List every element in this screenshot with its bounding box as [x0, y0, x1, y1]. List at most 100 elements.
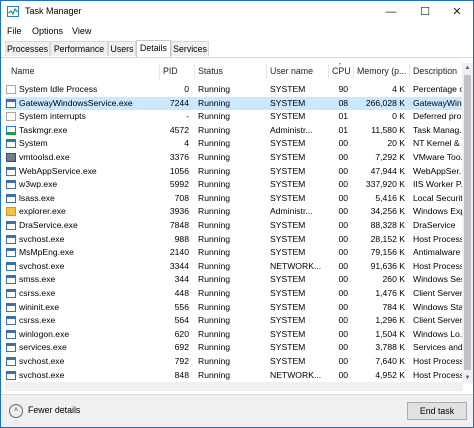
close-button[interactable]: ✕ — [441, 1, 473, 23]
maximize-button[interactable]: ☐ — [409, 1, 441, 23]
table-row[interactable]: explorer.exe 3936 Running Administr... 00 34,… — [5, 205, 467, 219]
table-row[interactable]: winlogon.exe 620 Running SYSTEM 00 1,504 K Win… — [5, 328, 467, 342]
table-row[interactable]: System Idle Process 0 Running SYSTEM 90 4 K Pe… — [5, 83, 467, 97]
cell-description: Task Manag... — [413, 124, 467, 135]
cell-cpu: 00 — [338, 328, 348, 339]
table-row[interactable]: System 4 Running SYSTEM 00 20 K NT Kernel & ..… — [5, 137, 467, 151]
table-row[interactable]: svchost.exe 3344 Running NETWORK... 00 91,636… — [5, 260, 467, 274]
tab-processes[interactable]: Processes — [5, 41, 50, 56]
cell-description: Host Process ... — [413, 369, 467, 380]
column-header-memory[interactable]: Memory (p... — [357, 63, 411, 80]
horizontal-scrollbar[interactable] — [5, 382, 463, 391]
title-bar[interactable]: Task Manager — ☐ ✕ — [1, 1, 473, 23]
cell-pid: - — [186, 111, 189, 122]
end-task-button[interactable]: End task — [407, 402, 467, 420]
minimize-button[interactable]: — — [375, 1, 407, 23]
table-row[interactable]: smss.exe 344 Running SYSTEM 00 260 K Windows S… — [5, 273, 467, 287]
tab-details[interactable]: Details — [136, 40, 171, 57]
cell-status: Running — [198, 192, 231, 203]
table-row[interactable]: DraService.exe 7848 Running SYSTEM 00 88,328 … — [5, 219, 467, 233]
process-table: Name PID Status User name ▼ CPU Memory (… — [5, 63, 467, 380]
column-divider[interactable] — [194, 64, 195, 79]
scroll-down-icon[interactable]: ▼ — [462, 373, 473, 383]
table-row[interactable]: System interrupts - Running SYSTEM 01 0 K Defe… — [5, 110, 467, 124]
column-header-description[interactable]: Description — [413, 63, 467, 80]
cell-pid: 3344 — [169, 260, 189, 271]
cell-status: Running — [198, 206, 231, 217]
table-row[interactable]: Taskmgr.exe 4572 Running Administr... 01 11,5… — [5, 124, 467, 138]
menu-view[interactable]: View — [72, 26, 91, 36]
cell-description: IIS Worker P... — [413, 179, 467, 190]
menu-file[interactable]: File — [7, 26, 22, 36]
column-divider[interactable] — [409, 64, 410, 79]
column-header-pid[interactable]: PID — [163, 63, 197, 80]
tab-users[interactable]: Users — [108, 41, 136, 56]
window-icon — [6, 289, 16, 298]
window-icon — [6, 234, 16, 244]
cell-name: csrss.exe — [19, 315, 56, 326]
cell-user-name: SYSTEM — [270, 288, 306, 298]
task-manager-icon — [7, 6, 19, 17]
cell-memory: 20 K — [387, 138, 405, 149]
chevron-up-icon[interactable]: ˄ — [9, 404, 23, 418]
cell-name: services.exe — [19, 342, 67, 353]
cell-user-name: SYSTEM — [270, 97, 306, 108]
cell-cpu: 00 — [338, 260, 348, 271]
cell-status: Running — [198, 84, 231, 94]
table-row[interactable]: WebAppService.exe 1056 Running SYSTEM 00 47,9… — [5, 165, 467, 179]
cell-pid: 0 — [184, 84, 189, 94]
cell-description: VMware Too... — [413, 152, 467, 162]
column-divider[interactable] — [159, 64, 160, 79]
cell-memory: 11,580 K — [371, 124, 405, 135]
window-icon — [6, 343, 16, 353]
table-row[interactable]: csrss.exe 564 Running SYSTEM 00 1,296 K Client… — [5, 314, 467, 328]
window-icon — [6, 139, 16, 149]
scroll-up-icon[interactable]: ▲ — [462, 63, 473, 73]
table-row[interactable]: services.exe 692 Running SYSTEM 00 3,788 K Ser… — [5, 341, 467, 355]
cell-description: Percentage of ... — [413, 84, 467, 94]
table-row[interactable]: svchost.exe 848 Running NETWORK... 00 4,952 K… — [5, 369, 467, 380]
window-icon — [6, 180, 16, 190]
column-header-user-name[interactable]: User name — [270, 63, 328, 80]
cell-pid: 4572 — [169, 124, 189, 135]
cell-user-name: SYSTEM — [270, 301, 306, 312]
table-row[interactable]: MsMpEng.exe 2140 Running SYSTEM 00 79,156 K An… — [5, 246, 467, 260]
table-row[interactable]: lsass.exe 708 Running SYSTEM 00 5,416 K Local … — [5, 192, 467, 206]
cell-cpu: 00 — [338, 247, 348, 258]
cell-memory: 88,328 K — [370, 220, 405, 230]
table-row[interactable]: w3wp.exe 5992 Running SYSTEM 00 337,920 K IIS … — [5, 178, 467, 192]
table-row[interactable]: vmtoolsd.exe 3376 Running SYSTEM 00 7,292 K VM… — [5, 151, 467, 165]
fewer-details-link[interactable]: Fewer details — [28, 405, 80, 415]
taskmgr-icon — [6, 125, 16, 135]
table-row[interactable]: csrss.exe 448 Running SYSTEM 00 1,476 K Client… — [5, 287, 467, 301]
window-icon — [6, 221, 16, 230]
cell-memory: 47,944 K — [370, 165, 405, 176]
cell-memory: 34,256 K — [370, 206, 405, 217]
column-header-status[interactable]: Status — [198, 63, 266, 80]
cell-description: Windows Exp... — [413, 206, 467, 217]
cell-memory: 4 K — [392, 84, 405, 94]
cell-cpu: 08 — [338, 97, 348, 108]
scrollbar-thumb[interactable] — [464, 75, 471, 370]
cell-description: Antimalware ... — [413, 247, 467, 258]
cell-pid: 3936 — [169, 206, 189, 217]
tab-performance[interactable]: Performance — [50, 41, 108, 56]
cell-user-name: SYSTEM — [270, 274, 306, 285]
vertical-scrollbar[interactable]: ▲ ▼ — [462, 63, 473, 383]
column-divider[interactable] — [266, 64, 267, 79]
menu-options[interactable]: Options — [32, 26, 63, 36]
window-icon — [6, 370, 16, 380]
table-row[interactable]: svchost.exe 792 Running SYSTEM 00 7,640 K Host… — [5, 355, 467, 369]
cell-memory: 79,156 K — [370, 247, 405, 258]
column-header-name[interactable]: Name — [11, 63, 161, 80]
table-row[interactable]: wininit.exe 556 Running SYSTEM 00 784 K Window… — [5, 301, 467, 315]
tab-services[interactable]: Services — [171, 41, 209, 56]
table-row[interactable]: GatewayWindowsService.exe 7244 Running SYST… — [5, 96, 467, 111]
cell-memory: 91,636 K — [370, 260, 405, 271]
table-row[interactable]: svchost.exe 988 Running SYSTEM 00 28,152 K Hos… — [5, 233, 467, 247]
column-divider[interactable] — [328, 64, 329, 79]
cell-description: WebAppSer... — [413, 165, 466, 176]
column-divider[interactable] — [353, 64, 354, 79]
cell-status: Running — [198, 369, 231, 380]
cell-status: Running — [198, 124, 231, 135]
